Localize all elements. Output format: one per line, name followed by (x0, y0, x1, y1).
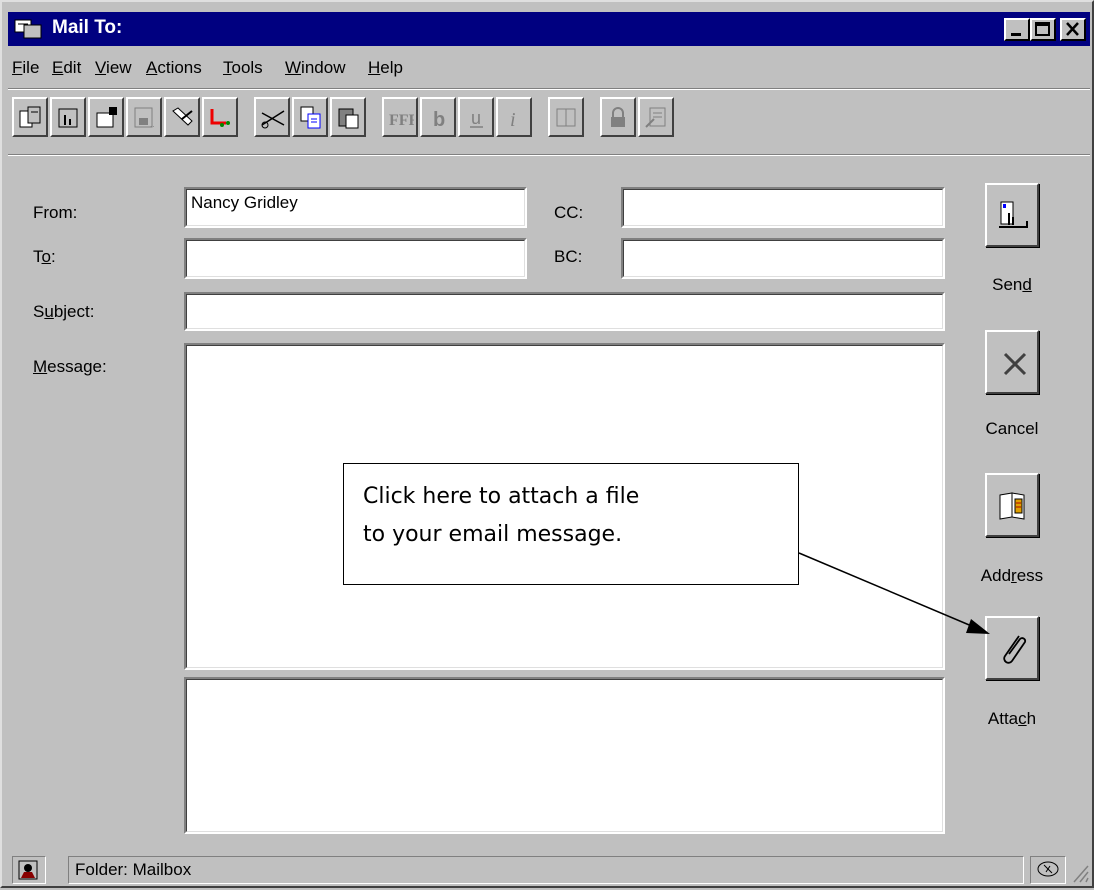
status-bar: Folder: Mailbox (8, 854, 1090, 886)
paste-icon (338, 108, 359, 129)
font-icon: FFF (389, 112, 414, 129)
to-field[interactable] (184, 238, 527, 279)
menu-edit[interactable]: Edit (52, 58, 81, 78)
subject-value (186, 294, 943, 329)
copy-button[interactable] (292, 97, 328, 137)
mail-app-icon (14, 17, 44, 41)
send-button[interactable] (985, 183, 1039, 247)
attach-label: Attach (987, 709, 1037, 728)
cc-label: CC: (554, 203, 584, 222)
notify-status-button[interactable] (1030, 856, 1066, 884)
new-message-button[interactable] (12, 97, 48, 137)
callout-line-1: Click here to attach a file (363, 484, 640, 509)
send-icon (58, 108, 78, 128)
subject-label: Subject: (33, 302, 95, 321)
send-label: Send (992, 275, 1032, 294)
menu-tools[interactable]: Tools (223, 58, 263, 78)
user-status-button[interactable] (12, 856, 46, 884)
menu-window[interactable]: Window (285, 58, 345, 78)
address-book-icon (556, 108, 576, 127)
send-tool-button[interactable] (50, 97, 86, 137)
security-button[interactable] (600, 97, 636, 137)
notify-icon (1037, 861, 1059, 877)
bold-icon: b (433, 109, 445, 131)
address-book-icon (999, 492, 1025, 520)
underline-button[interactable]: u (458, 97, 494, 137)
send-options-icon (210, 109, 230, 127)
from-label: From: (33, 203, 78, 222)
resize-grip-icon[interactable] (1072, 862, 1090, 884)
close-icon (1003, 352, 1027, 376)
menu-file[interactable]: File (12, 58, 39, 78)
send-options-button[interactable] (202, 97, 238, 137)
mail-window: Mail To: File Edit View Actions Tools Wi… (0, 0, 1094, 888)
minimize-button[interactable] (1004, 18, 1030, 41)
address-book-button[interactable] (548, 97, 584, 137)
close-icon (1066, 22, 1079, 36)
cut-icon (261, 110, 285, 129)
address-button[interactable] (985, 473, 1039, 537)
to-value (186, 240, 525, 277)
italic-button[interactable]: i (496, 97, 532, 137)
cc-value (623, 189, 943, 226)
underline-icon: u (470, 108, 483, 128)
user-icon (18, 860, 38, 880)
from-value: Nancy Gridley (186, 189, 525, 226)
bc-label: BC: (554, 247, 583, 266)
signature-button[interactable] (638, 97, 674, 137)
menu-view[interactable]: View (95, 58, 132, 78)
subject-field[interactable] (184, 292, 945, 331)
paste-button[interactable] (330, 97, 366, 137)
menu-help[interactable]: Help (368, 58, 403, 78)
italic-icon: i (510, 109, 516, 131)
security-icon (611, 107, 625, 127)
save-draft-button[interactable]: .. (126, 97, 162, 137)
paperclip-icon (1003, 635, 1027, 664)
save-draft-icon: .. (134, 107, 154, 129)
cancel-button[interactable] (985, 330, 1039, 394)
spell-check-icon (172, 107, 193, 126)
new-message-icon (19, 106, 41, 128)
to-label: To: (33, 247, 56, 266)
maximize-button[interactable] (1030, 18, 1056, 41)
bold-button[interactable]: b (420, 97, 456, 137)
svg-text:..: .. (150, 120, 154, 129)
font-button[interactable]: FFF (382, 97, 418, 137)
from-field[interactable]: Nancy Gridley (184, 187, 527, 228)
signature-icon (645, 107, 666, 128)
svg-text:b: b (433, 109, 445, 131)
address-label: Address (980, 566, 1044, 585)
properties-icon (96, 107, 117, 128)
cancel-label: Cancel (985, 419, 1039, 438)
minimize-icon (1011, 33, 1021, 36)
window-title: Mail To: (52, 17, 123, 38)
menu-separator (8, 88, 1090, 90)
bc-field[interactable] (621, 238, 945, 279)
copy-icon (300, 106, 321, 129)
message-label: Message: (33, 357, 107, 376)
toolbar-separator (8, 154, 1090, 156)
bc-value (623, 240, 943, 277)
menu-actions[interactable]: Actions (146, 58, 202, 78)
title-bar: Mail To: (8, 12, 1090, 46)
attachment-list[interactable] (184, 677, 945, 834)
properties-button[interactable] (88, 97, 124, 137)
folder-status: Folder: Mailbox (68, 856, 1024, 884)
svg-text:i: i (510, 109, 516, 131)
svg-text:FFF: FFF (389, 112, 414, 129)
spell-check-button[interactable] (164, 97, 200, 137)
attach-callout: Click here to attach a file to your emai… (343, 463, 799, 585)
svg-text:u: u (471, 108, 481, 128)
send-icon (999, 201, 1028, 228)
callout-line-2: to your email message. (363, 522, 623, 547)
close-button[interactable] (1060, 18, 1086, 41)
attach-button[interactable] (985, 616, 1039, 680)
cut-button[interactable] (254, 97, 290, 137)
maximize-icon (1035, 22, 1050, 36)
cc-field[interactable] (621, 187, 945, 228)
attachment-list-area (186, 679, 943, 832)
